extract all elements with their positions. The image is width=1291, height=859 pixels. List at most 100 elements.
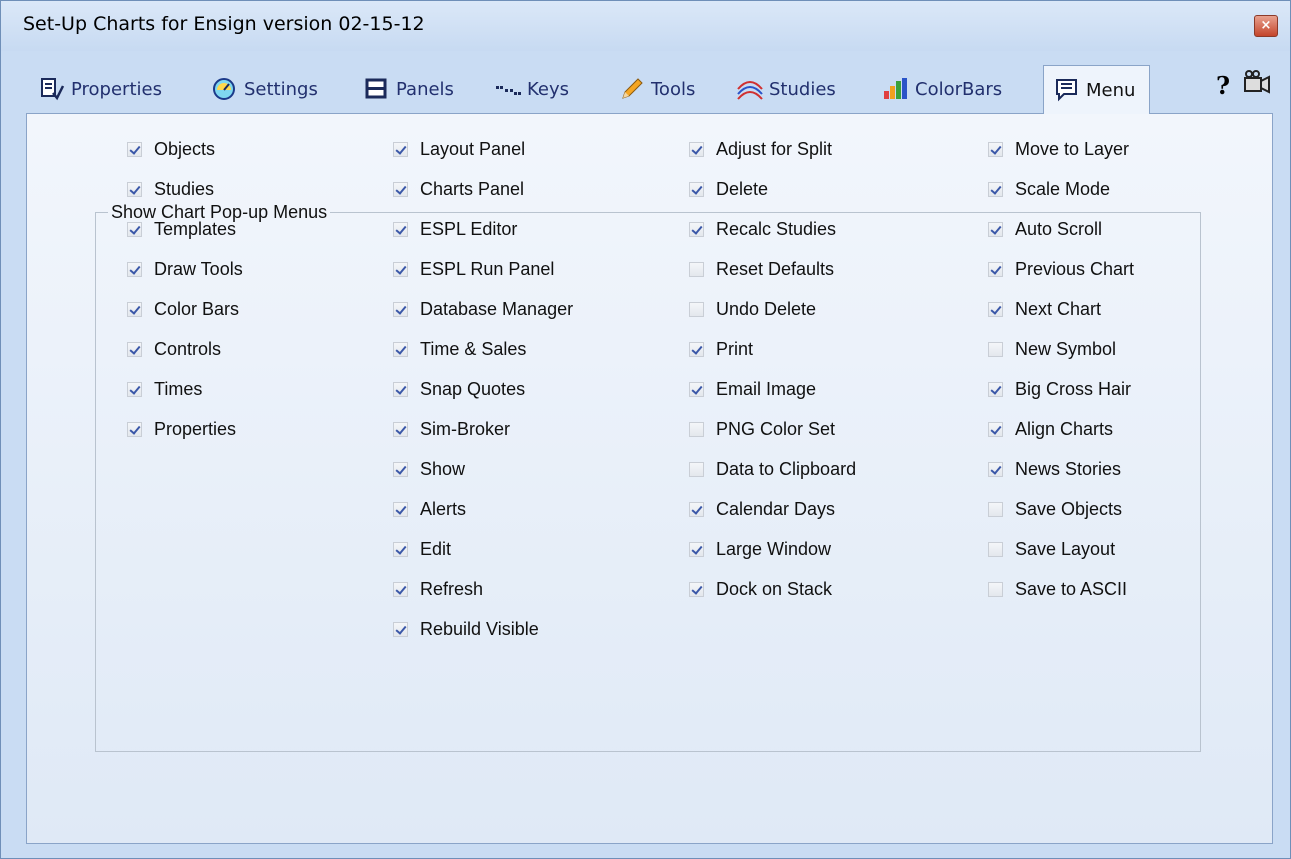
checkbox-item[interactable]: Refresh xyxy=(393,569,573,609)
tab-menu[interactable]: Menu xyxy=(1043,65,1151,114)
checkbox-item[interactable]: New Symbol xyxy=(988,329,1134,369)
tab-panels[interactable]: Panels xyxy=(364,67,454,111)
checkbox-item[interactable]: Move to Layer xyxy=(988,129,1134,169)
checkbox[interactable] xyxy=(988,221,1003,237)
checkbox-item[interactable]: ESPL Editor xyxy=(393,209,573,249)
checkbox-item[interactable]: Data to Clipboard xyxy=(689,449,856,489)
checkbox[interactable] xyxy=(393,581,408,597)
checkbox[interactable] xyxy=(689,421,704,437)
checkbox[interactable] xyxy=(988,541,1003,557)
checkbox-item[interactable]: Save to ASCII xyxy=(988,569,1134,609)
checkbox-item[interactable]: Big Cross Hair xyxy=(988,369,1134,409)
checkbox[interactable] xyxy=(689,221,704,237)
checkbox-item[interactable]: Database Manager xyxy=(393,289,573,329)
checkbox-item[interactable]: Adjust for Split xyxy=(689,129,856,169)
checkbox-item[interactable]: Email Image xyxy=(689,369,856,409)
tab-properties[interactable]: Properties xyxy=(39,67,162,111)
checkbox-item[interactable]: Show xyxy=(393,449,573,489)
checkbox[interactable] xyxy=(393,541,408,557)
checkbox[interactable] xyxy=(393,381,408,397)
tab-studies[interactable]: Studies xyxy=(737,67,836,111)
checkbox[interactable] xyxy=(127,261,142,277)
checkbox-item[interactable]: Templates xyxy=(127,209,243,249)
checkbox[interactable] xyxy=(689,581,704,597)
checkbox-item[interactable]: ESPL Run Panel xyxy=(393,249,573,289)
checkbox-item[interactable]: Save Objects xyxy=(988,489,1134,529)
checkbox-item[interactable]: Reset Defaults xyxy=(689,249,856,289)
checkbox-item[interactable]: Next Chart xyxy=(988,289,1134,329)
checkbox[interactable] xyxy=(393,221,408,237)
checkbox[interactable] xyxy=(393,461,408,477)
checkbox[interactable] xyxy=(689,181,704,197)
checkbox[interactable] xyxy=(689,501,704,517)
checkbox[interactable] xyxy=(689,341,704,357)
checkbox-item[interactable]: Edit xyxy=(393,529,573,569)
checkbox-item[interactable]: Scale Mode xyxy=(988,169,1134,209)
checkbox-item[interactable]: News Stories xyxy=(988,449,1134,489)
checkbox[interactable] xyxy=(393,301,408,317)
checkbox[interactable] xyxy=(689,301,704,317)
checkbox[interactable] xyxy=(689,381,704,397)
checkbox-item[interactable]: Auto Scroll xyxy=(988,209,1134,249)
checkbox-item[interactable]: Objects xyxy=(127,129,243,169)
checkbox[interactable] xyxy=(988,381,1003,397)
checkbox-item[interactable]: Delete xyxy=(689,169,856,209)
checkbox[interactable] xyxy=(393,341,408,357)
checkbox[interactable] xyxy=(393,421,408,437)
checkbox[interactable] xyxy=(988,301,1003,317)
checkbox[interactable] xyxy=(393,181,408,197)
checkbox-item[interactable]: Print xyxy=(689,329,856,369)
checkbox[interactable] xyxy=(689,141,704,157)
camera-icon[interactable] xyxy=(1242,69,1272,101)
checkbox-item[interactable]: Recalc Studies xyxy=(689,209,856,249)
close-button[interactable]: × xyxy=(1254,15,1278,37)
checkbox-item[interactable]: PNG Color Set xyxy=(689,409,856,449)
checkbox-item[interactable]: Dock on Stack xyxy=(689,569,856,609)
checkbox-item[interactable]: Alerts xyxy=(393,489,573,529)
checkbox-item[interactable]: Align Charts xyxy=(988,409,1134,449)
checkbox[interactable] xyxy=(988,421,1003,437)
checkbox[interactable] xyxy=(988,141,1003,157)
checkbox[interactable] xyxy=(127,341,142,357)
checkbox[interactable] xyxy=(393,621,408,637)
checkbox-item[interactable]: Layout Panel xyxy=(393,129,573,169)
checkbox[interactable] xyxy=(988,261,1003,277)
checkbox[interactable] xyxy=(988,341,1003,357)
checkbox[interactable] xyxy=(127,301,142,317)
checkbox-item[interactable]: Properties xyxy=(127,409,243,449)
checkbox[interactable] xyxy=(689,461,704,477)
checkbox-item[interactable]: Calendar Days xyxy=(689,489,856,529)
checkbox-item[interactable]: Previous Chart xyxy=(988,249,1134,289)
checkbox-item[interactable]: Rebuild Visible xyxy=(393,609,573,649)
checkbox-item[interactable]: Draw Tools xyxy=(127,249,243,289)
checkbox-item[interactable]: Charts Panel xyxy=(393,169,573,209)
checkbox[interactable] xyxy=(393,261,408,277)
checkbox[interactable] xyxy=(988,581,1003,597)
tab-keys[interactable]: Keys xyxy=(495,67,569,111)
checkbox[interactable] xyxy=(689,541,704,557)
tab-settings[interactable]: Settings xyxy=(212,67,318,111)
checkbox-item[interactable]: Save Layout xyxy=(988,529,1134,569)
checkbox[interactable] xyxy=(988,461,1003,477)
help-button[interactable]: ? xyxy=(1216,71,1230,100)
checkbox[interactable] xyxy=(127,141,142,157)
checkbox[interactable] xyxy=(988,501,1003,517)
checkbox-item[interactable]: Studies xyxy=(127,169,243,209)
checkbox-item[interactable]: Undo Delete xyxy=(689,289,856,329)
checkbox[interactable] xyxy=(393,501,408,517)
checkbox[interactable] xyxy=(127,221,142,237)
checkbox[interactable] xyxy=(127,421,142,437)
checkbox[interactable] xyxy=(393,141,408,157)
checkbox[interactable] xyxy=(127,381,142,397)
checkbox-item[interactable]: Color Bars xyxy=(127,289,243,329)
checkbox[interactable] xyxy=(127,181,142,197)
checkbox-item[interactable]: Controls xyxy=(127,329,243,369)
checkbox-item[interactable]: Snap Quotes xyxy=(393,369,573,409)
checkbox-item[interactable]: Times xyxy=(127,369,243,409)
checkbox-item[interactable]: Large Window xyxy=(689,529,856,569)
checkbox[interactable] xyxy=(988,181,1003,197)
checkbox-item[interactable]: Time & Sales xyxy=(393,329,573,369)
tab-tools[interactable]: Tools xyxy=(619,67,695,111)
tab-colorbars[interactable]: ColorBars xyxy=(883,67,1002,111)
checkbox[interactable] xyxy=(689,261,704,277)
